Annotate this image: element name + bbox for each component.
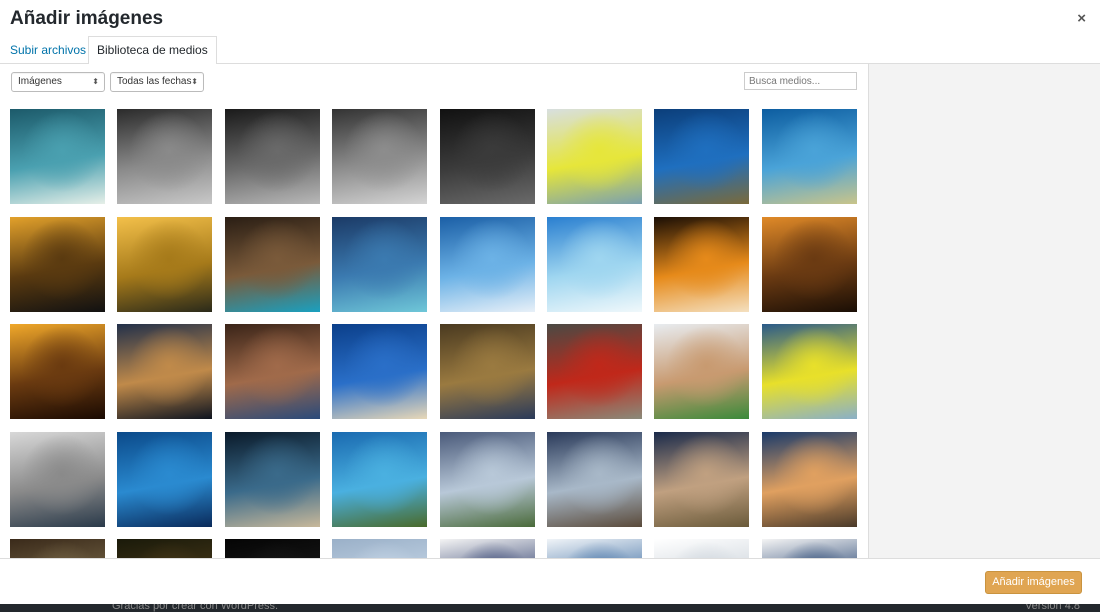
attachment-thumbnail-diver-sandy[interactable] (762, 109, 857, 204)
attachment-thumbnail-woman-closeup[interactable] (225, 324, 320, 419)
close-icon[interactable]: × (1077, 10, 1086, 27)
attachment-thumbnail-swimmer-helmet[interactable] (762, 324, 857, 419)
attachment-thumbnail-jeep-beach[interactable] (10, 432, 105, 527)
attachment-thumbnail-athlete-stretch[interactable] (654, 324, 749, 419)
attachment-thumbnail-rocks-partial[interactable] (10, 539, 105, 558)
attachment-thumbnail-sky-partial[interactable] (332, 539, 427, 558)
insert-images-button[interactable]: Añadir imágenes (985, 571, 1082, 594)
search-media-input[interactable] (744, 72, 857, 90)
tab-media-library[interactable]: Biblioteca de medios (88, 36, 217, 65)
attachment-thumbnail-paraglider-blue[interactable] (332, 324, 427, 419)
media-modal: Añadir imágenes × Subir archivos Bibliot… (0, 0, 1100, 604)
attachment-thumbnail-logo-partial[interactable] (762, 539, 857, 558)
attachment-thumbnail-underwater-wreck[interactable] (117, 432, 212, 527)
media-type-filter[interactable]: Imágenes ⬍ (11, 72, 105, 92)
attachment-thumbnail-diver-descent-bw[interactable] (332, 109, 427, 204)
attachment-thumbnail-website-partial[interactable] (547, 539, 642, 558)
attachment-thumbnail-woman-dancing[interactable] (654, 217, 749, 312)
attachment-thumbnail-kite-blue-sky[interactable] (332, 217, 427, 312)
attachment-thumbnail-reef-dark-bw[interactable] (440, 109, 535, 204)
attachment-thumbnail-black-partial[interactable] (225, 539, 320, 558)
attachment-thumbnail-kite-sunset[interactable] (117, 217, 212, 312)
attachment-thumbnail-man-mountains[interactable] (547, 432, 642, 527)
attachment-thumbnail-woman-poncho[interactable] (762, 217, 857, 312)
attachment-thumbnail-kite-beach-mountain[interactable] (225, 217, 320, 312)
attachment-thumbnail-kitesurf-wave[interactable] (10, 109, 105, 204)
date-filter[interactable]: Todas las fechas ⬍ (110, 72, 204, 92)
attachment-thumbnail-man-cloudy-sky[interactable] (440, 432, 535, 527)
attachment-thumbnail-diver-helmet-bw[interactable] (225, 109, 320, 204)
attachment-thumbnail-woman-lake-dusk[interactable] (117, 324, 212, 419)
attachment-thumbnail-woman-golden[interactable] (10, 324, 105, 419)
attachment-thumbnail-kitesurfer-air[interactable] (440, 217, 535, 312)
attachment-thumbnail-seagrass[interactable] (332, 432, 427, 527)
attachment-thumbnail-diver-stones[interactable] (225, 432, 320, 527)
attachments-browser: Imágenes ⬍ Todas las fechas ⬍ (0, 64, 868, 558)
media-router: Subir archivos Biblioteca de medios (0, 35, 1100, 65)
media-type-filter-value: Imágenes (18, 76, 62, 87)
attachment-thumbnail-women-lying[interactable] (654, 432, 749, 527)
date-filter-value: Todas las fechas (117, 76, 192, 87)
attachment-thumbnail-kitesurfer-bright[interactable] (547, 217, 642, 312)
attachment-thumbnail-diver-bw[interactable] (117, 109, 212, 204)
attachment-thumbnail-couple-beach[interactable] (762, 432, 857, 527)
modal-title: Añadir imágenes (10, 8, 164, 29)
attachment-thumbnail-sunset-portrait[interactable] (10, 217, 105, 312)
attachment-thumbnail-screenshot-partial[interactable] (654, 539, 749, 558)
attachment-thumbnail-man-yellow-shirt[interactable] (547, 109, 642, 204)
attachment-thumbnail-paraglider-hill[interactable] (440, 324, 535, 419)
select-arrows-icon: ⬍ (92, 77, 99, 86)
attachment-thumbnail-text-graphic-partial[interactable] (440, 539, 535, 558)
attachment-thumbnail-red-helmet[interactable] (547, 324, 642, 419)
attachment-thumbnail-diver-blue[interactable] (654, 109, 749, 204)
tab-upload-files[interactable]: Subir archivos (2, 38, 94, 64)
attachment-thumbnail-dark-forest-partial[interactable] (117, 539, 212, 558)
select-arrows-icon: ⬍ (191, 77, 198, 86)
media-sidebar (868, 64, 1100, 558)
media-toolbar: Añadir imágenes (0, 558, 1100, 604)
